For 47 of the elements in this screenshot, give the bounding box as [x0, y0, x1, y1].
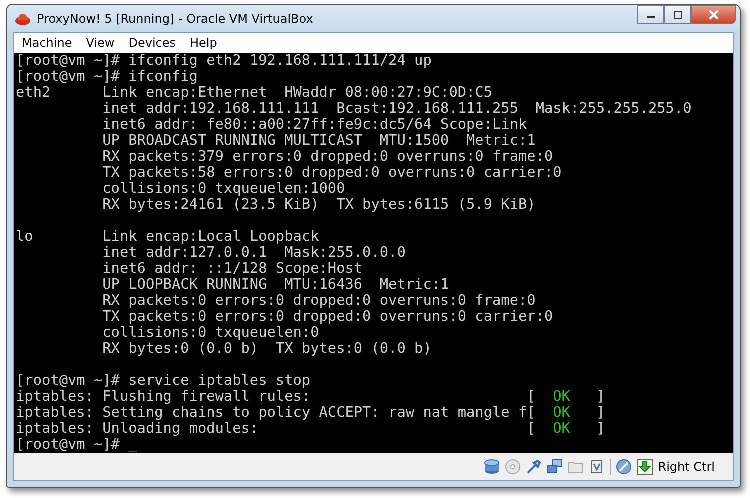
bracket: ]	[596, 421, 606, 437]
close-button[interactable]	[691, 5, 736, 24]
close-icon	[708, 10, 720, 20]
status-ok: OK	[553, 421, 572, 437]
menu-item[interactable]: Devices	[128, 36, 176, 50]
terminal-line: [root@vm ~]# ifconfig	[16, 69, 198, 85]
terminal-line: inet6 addr: fe80::a00:27ff:fe9c:dc5/64 Scope:Link	[102, 117, 528, 133]
minimize-button[interactable]	[637, 5, 664, 24]
host-key-label: Right Ctrl	[658, 460, 715, 474]
bracket: ]	[596, 405, 606, 421]
terminal-line: RX packets:379 errors:0 dropped:0 overruns:0 frame:0	[102, 149, 554, 165]
terminal-line: iptables: Setting chains to policy ACCEPT: raw nat mangle f	[16, 405, 528, 421]
status-ok: OK	[553, 389, 572, 405]
terminal-line: RX bytes:0 (0.0 b) TX bytes:0 (0.0 b)	[102, 341, 432, 357]
terminal-line: RX packets:0 errors:0 dropped:0 overruns:0 frame:0	[102, 293, 536, 309]
window-title: ProxyNow! 5 [Running] - Oracle VM VirtualBox	[37, 12, 314, 26]
menu-item[interactable]: Machine	[22, 36, 72, 50]
terminal-line: TX packets:58 errors:0 dropped:0 overruns:0 carrier:0	[102, 165, 562, 181]
network-icon[interactable]	[547, 458, 564, 474]
menu-item[interactable]: Help	[190, 36, 218, 50]
terminal-line: eth2 Link encap:Ethernet HWaddr 08:00:27:9C:0D:C5	[16, 85, 493, 101]
terminal-line: UP BROADCAST RUNNING MULTICAST MTU:1500 Metric:1	[102, 133, 536, 149]
maximize-icon	[672, 10, 682, 18]
terminal-line: RX bytes:24161 (23.5 KiB) TX bytes:6115 (5.9 KiB)	[102, 197, 536, 213]
bracket: [	[527, 389, 537, 405]
menu-item[interactable]: View	[86, 36, 115, 50]
terminal-line: iptables: Unloading modules:	[16, 421, 260, 437]
bracket: [	[527, 421, 537, 437]
terminal-line: inet addr:127.0.0.1 Mask:255.0.0.0	[102, 245, 406, 261]
download-arrow-icon[interactable]	[637, 458, 654, 474]
terminal-line: UP LOOPBACK RUNNING MTU:16436 Metric:1	[102, 277, 450, 293]
terminal-line: collisions:0 txqueuelen:0	[102, 325, 320, 341]
terminal-line: inet addr:192.168.111.111 Bcast:192.168.111.255 Mask:255.255.255.0	[102, 101, 692, 117]
terminal-line: lo Link encap:Local Loopback	[16, 229, 320, 245]
maximize-button[interactable]	[664, 5, 691, 24]
terminal-line: inet6 addr: ::1/128 Scope:Host	[102, 261, 363, 277]
terminal-line: [root@vm ~]# _	[16, 437, 138, 453]
terminal-line: TX packets:0 errors:0 dropped:0 overruns:0 carrier:0	[102, 309, 554, 325]
terminal-line: iptables: Flushing firewall rules:	[16, 389, 312, 405]
disk-icon[interactable]	[484, 458, 500, 474]
bracket: [	[527, 405, 537, 421]
bracket: ]	[596, 389, 606, 405]
terminal-line: collisions:0 txqueuelen:1000	[102, 181, 346, 197]
terminal-line: [root@vm ~]# ifconfig eth2 192.168.111.111/24 up	[16, 53, 432, 69]
app-icon	[15, 12, 31, 26]
status-ok: OK	[553, 405, 572, 421]
terminal-line: [root@vm ~]# service iptables stop	[16, 373, 311, 389]
